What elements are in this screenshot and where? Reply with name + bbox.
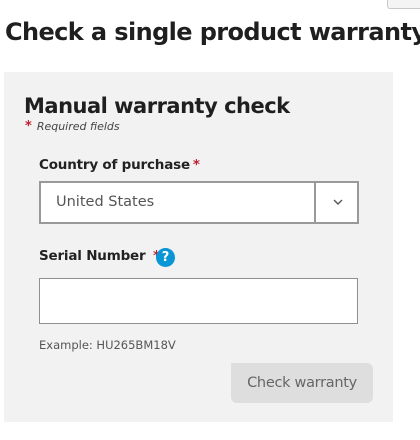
serial-example-text: Example: HU265BM18V xyxy=(39,338,176,352)
form-title: Manual warranty check xyxy=(24,94,290,118)
serial-number-input[interactable] xyxy=(39,278,358,324)
serial-number-label: Serial Number * xyxy=(39,248,160,264)
help-icon[interactable]: ? xyxy=(156,248,175,267)
manual-warranty-check-panel: Manual warranty check * Required fields C… xyxy=(4,72,393,422)
chevron-down-icon[interactable] xyxy=(331,197,345,207)
corner-tab[interactable] xyxy=(387,0,420,9)
page-title: Check a single product warranty xyxy=(5,18,420,46)
required-star: * xyxy=(25,119,32,134)
country-label: Country of purchase * xyxy=(39,157,200,173)
country-required-star: * xyxy=(192,157,200,173)
select-divider xyxy=(314,183,316,222)
check-warranty-button[interactable]: Check warranty xyxy=(231,363,373,403)
required-fields-text: Required fields xyxy=(36,120,120,133)
country-selected-value: United States xyxy=(56,194,155,210)
country-select[interactable]: United States xyxy=(39,181,359,224)
country-label-text: Country of purchase xyxy=(39,157,190,173)
required-fields-note: * Required fields xyxy=(25,119,120,134)
serial-number-label-text: Serial Number xyxy=(39,248,146,264)
warranty-check-page: Check a single product warranty Manual w… xyxy=(0,0,420,440)
